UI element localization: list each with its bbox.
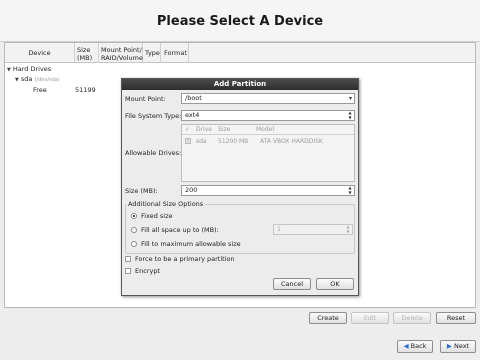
- encrypt-checkbox[interactable]: [125, 268, 131, 274]
- additional-size-options-group: Fixed size Fill all space up to (MB): 1 …: [125, 204, 355, 254]
- radio-fixed-size[interactable]: [131, 213, 137, 219]
- fs-type-label: File System Type:: [125, 112, 182, 120]
- mount-point-value: /boot: [185, 94, 202, 102]
- col-device[interactable]: Device: [5, 43, 75, 63]
- tree-row-free[interactable]: Free: [33, 86, 47, 94]
- header: Please Select A Device: [0, 0, 480, 42]
- drive-size: 51200 MB: [218, 138, 249, 145]
- tree-label-sda: sda: [20, 75, 33, 83]
- next-button[interactable]: ▶ Next: [440, 340, 476, 353]
- col-size-line1: Size: [77, 46, 91, 54]
- mount-point-combo[interactable]: /boot ▾: [181, 93, 355, 104]
- expander-down-icon[interactable]: ▼: [15, 77, 19, 83]
- tree-row-sda[interactable]: ▼ sda (/dev/sda): [15, 75, 60, 83]
- additional-size-options-label: Additional Size Options: [127, 200, 205, 208]
- col-size[interactable]: Size (MB): [75, 43, 99, 63]
- fs-type-select[interactable]: ext4 ▲ ▼: [181, 110, 355, 121]
- drive-row-sda[interactable]: ✓ sda 51200 MB ATA VBOX HARDDISK: [182, 137, 354, 147]
- force-primary-label: Force to be a primary partition: [135, 255, 235, 263]
- cancel-button[interactable]: Cancel: [273, 278, 311, 290]
- col-mount-point[interactable]: Mount Point/ RAID/Volume: [99, 43, 143, 63]
- radio-fill-up-to-label: Fill all space up to (MB):: [141, 226, 219, 234]
- tree-sub-dev-path: (/dev/sda): [34, 77, 60, 83]
- drive-name: sda: [196, 138, 207, 145]
- drives-col-check: ✓: [185, 126, 191, 133]
- arrow-right-icon: ▶: [446, 342, 452, 350]
- spin-arrows-icon[interactable]: ▲ ▼: [345, 224, 351, 234]
- drives-col-drive: Drive: [196, 126, 212, 133]
- drives-col-model: Model: [256, 126, 275, 133]
- size-label: Size (MB):: [125, 187, 158, 195]
- size-spinbox[interactable]: 200 ▲ ▼: [181, 185, 355, 196]
- radio-fill-up-to[interactable]: [131, 227, 137, 233]
- fs-type-value: ext4: [185, 111, 200, 119]
- page-title: Please Select A Device: [156, 14, 324, 29]
- radio-fill-max-label: Fill to maximum allowable size: [141, 240, 241, 248]
- col-size-line2: (MB): [77, 54, 93, 62]
- dialog-title: Add Partition: [122, 79, 358, 90]
- edit-button[interactable]: Edit: [351, 312, 389, 324]
- add-partition-dialog: Add Partition Mount Point: /boot ▾ File …: [121, 78, 359, 296]
- allowable-drives-label: Allowable Drives:: [125, 149, 182, 157]
- tree-free-size: 51199: [75, 86, 96, 94]
- back-button-label: Back: [410, 342, 427, 350]
- delete-button[interactable]: Delete: [393, 312, 431, 324]
- radio-fixed-size-label: Fixed size: [141, 212, 173, 220]
- size-value: 200: [185, 186, 198, 194]
- table-header: Device Size (MB) Mount Point/ RAID/Volum…: [5, 43, 475, 63]
- col-mount-line1: Mount Point/: [101, 46, 142, 54]
- drives-list-header: ✓ Drive Size Model: [182, 125, 354, 135]
- ok-button[interactable]: OK: [316, 278, 354, 290]
- back-button[interactable]: ◀ Back: [397, 340, 433, 353]
- tree-label-hard-drives: Hard Drives: [12, 65, 52, 73]
- force-primary-checkbox[interactable]: [125, 256, 131, 262]
- mount-point-label: Mount Point:: [125, 95, 166, 103]
- spin-arrows-icon[interactable]: ▲ ▼: [347, 185, 353, 195]
- create-button[interactable]: Create: [309, 312, 347, 324]
- expander-down-icon[interactable]: ▼: [7, 67, 11, 73]
- reset-button[interactable]: Reset: [436, 312, 476, 324]
- fill-up-to-value: 1: [277, 225, 282, 233]
- drives-col-size: Size: [218, 126, 231, 133]
- allowable-drives-list: ✓ Drive Size Model ✓ sda 51200 MB ATA VB…: [181, 124, 355, 182]
- select-arrows-icon[interactable]: ▲ ▼: [347, 110, 353, 120]
- drive-checkbox[interactable]: ✓: [185, 138, 191, 144]
- tree-label-free: Free: [33, 86, 47, 94]
- encrypt-label: Encrypt: [135, 267, 160, 275]
- arrow-left-icon: ◀: [403, 342, 409, 350]
- next-button-label: Next: [453, 342, 470, 350]
- col-format[interactable]: Format: [161, 43, 189, 63]
- tree-row-hard-drives[interactable]: ▼ Hard Drives: [7, 65, 51, 73]
- drive-model: ATA VBOX HARDDISK: [260, 138, 323, 145]
- fill-up-to-spinbox[interactable]: 1 ▲ ▼: [273, 224, 353, 235]
- radio-fill-max[interactable]: [131, 241, 137, 247]
- chevron-down-icon[interactable]: ▾: [349, 94, 352, 103]
- col-mount-line2: RAID/Volume: [101, 54, 143, 62]
- col-type[interactable]: Type: [143, 43, 161, 63]
